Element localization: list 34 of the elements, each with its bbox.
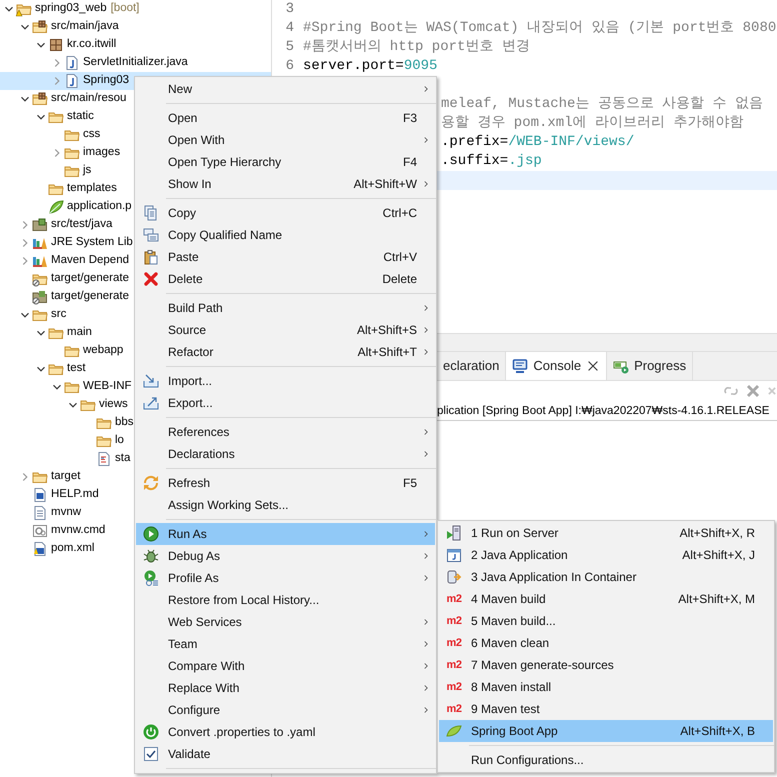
project-decoration: [boot]: [110, 1, 140, 16]
shortcut-text: Alt+Shift+X, R: [678, 525, 755, 542]
shortcut-text: Delete: [381, 271, 417, 288]
shortcut-text: Ctrl+V: [382, 249, 417, 266]
code-token: server.port=: [303, 58, 404, 74]
maven-icon: m2: [446, 634, 462, 652]
code-token: 9095: [404, 58, 438, 74]
code-token: .prefix=: [441, 134, 508, 150]
code-token: #Spring Boot는 WAS(Tomcat) 내장되어 있음 (기본 port번호 8080: [303, 20, 776, 36]
shortcut-text: Alt+Shift+S: [356, 322, 417, 339]
maven-icon: m2: [446, 700, 462, 718]
shortcut-text: Ctrl+C: [382, 205, 417, 222]
shortcut-text: Alt+Shift+X, B: [679, 723, 755, 740]
shortcut-text: F3: [402, 110, 417, 127]
code-token: 용할 경우 pom.xml에 라이브러리 추가해야함: [441, 115, 744, 131]
line-number: 6: [284, 57, 294, 76]
shortcut-text: Alt+Shift+X, J: [681, 547, 755, 564]
shortcut-text: Alt+Shift+W: [352, 176, 417, 193]
shortcut-text: F4: [402, 154, 417, 171]
code-token: #톰캣서버의 http port번호 변경: [303, 39, 530, 55]
maven-icon: m2: [446, 678, 462, 696]
shortcut-text: F5: [402, 475, 417, 492]
line-number: 5: [284, 38, 294, 57]
code-token: meleaf, Mustache는 공동으로 사용할 수 없음: [441, 96, 764, 112]
code-token: .jsp: [508, 153, 542, 169]
line-number: 4: [284, 19, 294, 38]
maven-icon: m2: [446, 656, 462, 674]
maven-icon: m2: [446, 612, 462, 630]
code-token: .suffix=: [441, 153, 508, 169]
maven-icon: m2: [446, 590, 462, 608]
code-token: /WEB-INF/views/: [508, 134, 634, 150]
shortcut-text: Alt+Shift+T: [356, 344, 417, 361]
shortcut-text: Alt+Shift+X, M: [677, 591, 755, 608]
line-number: 3: [284, 0, 294, 19]
